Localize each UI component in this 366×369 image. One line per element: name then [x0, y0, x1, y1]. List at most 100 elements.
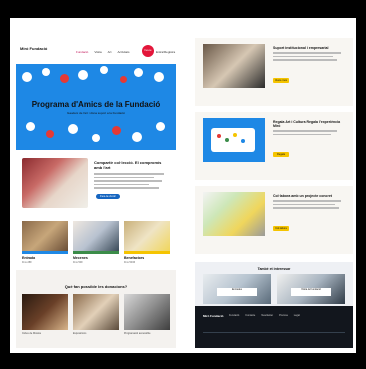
gift-text: Regala Art i Cultura Regala l'experiènci… — [273, 120, 347, 137]
hero-dot — [132, 132, 142, 142]
become-member-button[interactable]: Fes-te Amic — [96, 194, 120, 199]
membership-cards: Entrada Fins 28€ Mecenes Fins 50€ Benefa… — [22, 221, 170, 269]
right-page: Suport institucional i empresarial Veure… — [195, 38, 353, 348]
support-title: Suport institucional i empresarial — [273, 46, 329, 50]
project-text: Col·labora amb un projecte concret — [273, 194, 347, 211]
intro-text: Compartir col·lecció. El compromís amb l… — [94, 160, 170, 191]
gift-paragraph — [273, 130, 347, 135]
support-button[interactable]: Veure més — [273, 78, 289, 83]
donation-caption: Exposicions — [73, 332, 87, 335]
hero-dot — [46, 130, 54, 138]
text-line — [94, 187, 159, 189]
donation-caption: Cicles de Música — [22, 332, 41, 335]
donation-caption: Programació accessible — [124, 332, 151, 335]
project-paragraph — [273, 200, 347, 209]
intro-photo — [22, 158, 88, 208]
intro-paragraph — [94, 173, 170, 189]
gift-title: Regala Art i Cultura Regala l'experiènci… — [273, 120, 341, 128]
support-paragraph — [273, 52, 347, 61]
main-nav: Fundació Visita Art Activitats — [76, 50, 130, 54]
card-sub: Fins 500€ — [124, 261, 135, 264]
text-line — [94, 173, 164, 175]
footer-link[interactable]: Contacte — [245, 314, 255, 317]
footer-divider — [203, 332, 345, 333]
card-dot — [217, 134, 221, 138]
hero-dot — [22, 72, 32, 82]
gift-item: Regala Art i Cultura Regala l'experiènci… — [195, 112, 353, 180]
nav-item-fundacio[interactable]: Fundació — [76, 50, 88, 54]
card-stripe — [73, 251, 119, 254]
text-line — [273, 133, 331, 135]
related-photo-visita[interactable]: Visita la Fundació — [277, 274, 345, 304]
text-line — [273, 52, 341, 54]
nav-item-visita[interactable]: Visita — [94, 50, 101, 54]
hero-dot — [154, 72, 164, 82]
card-sub: Fins 50€ — [73, 261, 83, 264]
footer-links: Fundació Contacte Newsletter Premsa Lega… — [229, 314, 300, 317]
site-header: Miró Fundació Fundació Visita Art Activi… — [16, 38, 176, 64]
hero-subtitle: Gaudeix de l'art i dóna suport a la Fund… — [67, 111, 125, 115]
text-line — [273, 55, 333, 57]
hero-dot — [68, 124, 78, 134]
card-title: Benefactors — [124, 256, 145, 260]
hero-dot — [60, 74, 69, 83]
card-image — [124, 221, 170, 251]
donations-section: Què fan possible les donacions? Cicles d… — [16, 270, 176, 348]
hero-dot — [26, 122, 35, 131]
project-button[interactable]: Col·labora — [273, 226, 289, 231]
intro-section: Compartir col·lecció. El compromís amb l… — [16, 150, 176, 216]
text-line — [273, 59, 337, 61]
card-stripe — [124, 251, 170, 254]
donation-photo-exhibitions — [73, 294, 119, 330]
nav-item-activitats[interactable]: Activitats — [117, 50, 129, 54]
support-item: Suport institucional i empresarial Veure… — [195, 38, 353, 106]
membership-card[interactable]: Benefactors Fins 500€ — [124, 221, 170, 269]
donations-title: Què fan possible les donacions? — [64, 284, 128, 289]
related-overlay: Visita la Fundació — [291, 288, 331, 296]
project-item: Col·labora amb un projecte concret Col·l… — [195, 186, 353, 254]
donation-photo-accessible — [124, 294, 170, 330]
gift-button[interactable]: Regala — [273, 152, 289, 157]
hero-dot — [134, 68, 143, 77]
footer-link[interactable]: Legal — [294, 314, 300, 317]
account-link[interactable]: Entra/Registra — [156, 50, 175, 54]
card-dot — [241, 139, 245, 143]
hero-title: Programa d'Amics de la Fundació — [31, 100, 161, 109]
related-title: També et interessar — [257, 267, 291, 271]
footer-logo[interactable]: Miró Fundació — [203, 314, 224, 318]
text-line — [94, 183, 149, 185]
card-dot — [225, 138, 229, 142]
hero-dot — [112, 126, 121, 135]
hero-dot — [120, 76, 127, 83]
text-line — [94, 176, 154, 178]
nav-item-art[interactable]: Art — [108, 50, 112, 54]
gift-card — [211, 128, 255, 152]
text-line — [273, 203, 335, 205]
text-line — [94, 180, 162, 182]
footer-link[interactable]: Premsa — [279, 314, 288, 317]
footer-link[interactable]: Newsletter — [261, 314, 273, 317]
hero-banner: Programa d'Amics de la Fundació Gaudeix … — [16, 64, 176, 150]
card-title: Mecenes — [73, 256, 88, 260]
site-footer: Miró Fundació Fundació Contacte Newslett… — [195, 306, 353, 348]
hero-dot — [100, 66, 108, 74]
text-line — [273, 130, 337, 132]
gift-card-photo — [203, 118, 265, 162]
footer-link[interactable]: Fundació — [229, 314, 239, 317]
hero-dot — [156, 122, 165, 131]
hero-dot — [92, 134, 100, 142]
membership-badge[interactable]: Fes-te Amic — [142, 45, 154, 64]
membership-card[interactable]: Entrada Fins 28€ — [22, 221, 68, 269]
membership-card[interactable]: Mecenes Fins 50€ — [73, 221, 119, 269]
card-title: Entrada — [22, 256, 36, 260]
text-line — [273, 200, 341, 202]
project-title: Col·labora amb un projecte concret — [273, 194, 332, 198]
support-text: Suport institucional i empresarial — [273, 46, 347, 63]
card-image — [73, 221, 119, 251]
related-section: També et interessar Entrades Visita la F… — [195, 262, 353, 306]
card-sub: Fins 28€ — [22, 261, 32, 264]
related-photo-entrades[interactable]: Entrades — [203, 274, 271, 304]
site-logo[interactable]: Miró Fundació — [20, 47, 47, 51]
intro-title: Compartir col·lecció. El compromís amb l… — [94, 160, 162, 170]
card-dot — [233, 133, 237, 137]
